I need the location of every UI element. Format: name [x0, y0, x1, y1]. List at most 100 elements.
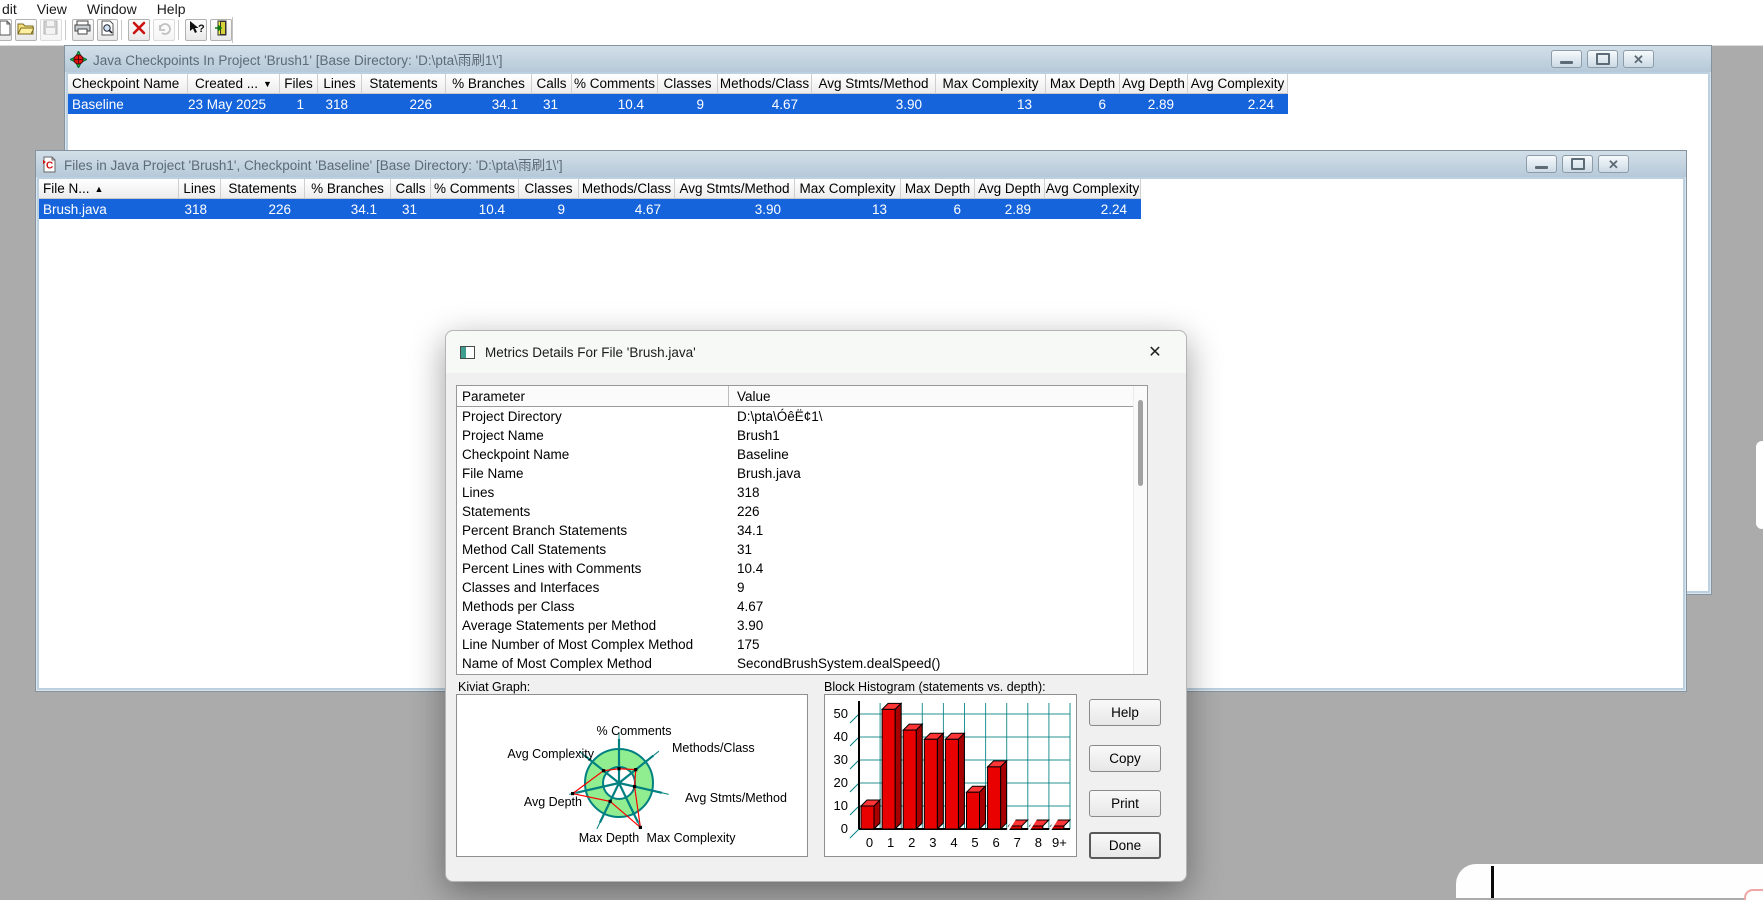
column-header-classes[interactable]: Classes [658, 74, 718, 94]
column-header-methods-class[interactable]: Methods/Class [579, 179, 675, 199]
menu-item-help[interactable]: Help [147, 1, 196, 17]
parameter-list-header[interactable]: Parameter Value [457, 386, 1147, 407]
help-button[interactable]: Help [1089, 699, 1161, 726]
exit-button[interactable] [210, 19, 232, 41]
column-header-avg-complexity[interactable]: Avg Complexity [1045, 179, 1141, 199]
parameter-value: 34.1 [737, 523, 764, 538]
parameter-row[interactable]: Name of Most Complex Method SecondBrushSy… [457, 654, 1147, 673]
column-header--branches[interactable]: % Branches [446, 74, 532, 94]
print-preview-button[interactable] [96, 19, 119, 41]
toolbar: ? [0, 17, 1763, 46]
open-folder-button[interactable] [14, 19, 37, 41]
scrollbar-thumb[interactable] [1138, 400, 1143, 486]
delete-button[interactable] [128, 19, 151, 41]
red-corner-fragment [1744, 889, 1763, 900]
source-file-icon: C [41, 156, 58, 173]
print-icon [74, 20, 91, 40]
files-window-titlebar[interactable]: C Files in Java Project 'Brush1', Checkp… [36, 151, 1686, 177]
parameter-row[interactable]: Percent Lines with Comments 10.4 [457, 559, 1147, 578]
table-cell: Baseline [72, 96, 124, 112]
kiviat-axis-label: Avg Stmts/Method [685, 791, 787, 805]
column-header-lines[interactable]: Lines [318, 74, 362, 94]
column-header-methods-class[interactable]: Methods/Class [718, 74, 812, 94]
new-document-button[interactable] [0, 19, 12, 41]
undo-button[interactable] [153, 19, 176, 41]
column-header--comments[interactable]: % Comments [572, 74, 658, 94]
table-cell: 2.24 [1100, 201, 1127, 217]
column-header-calls[interactable]: Calls [391, 179, 431, 199]
menu-item-view[interactable]: View [27, 1, 77, 17]
column-header-max-depth[interactable]: Max Depth [1046, 74, 1120, 94]
column-header-statements[interactable]: Statements [362, 74, 446, 94]
parameter-value: 175 [737, 637, 760, 652]
parameter-row[interactable]: Percent Branch Statements 34.1 [457, 521, 1147, 540]
parameter-column-header[interactable]: Parameter [457, 386, 729, 406]
parameter-row[interactable]: Method Call Statements 31 [457, 540, 1147, 559]
column-header-created-[interactable]: Created ... ▼ [188, 74, 280, 94]
column-header-avg-depth[interactable]: Avg Depth [1120, 74, 1188, 94]
parameter-row[interactable]: Lines 318 [457, 483, 1147, 502]
table-cell: 2.24 [1247, 96, 1274, 112]
menu-item-window[interactable]: Window [77, 1, 147, 17]
column-header-checkpoint-name[interactable]: Checkpoint Name [68, 74, 188, 94]
histogram-y-tick: 30 [834, 752, 848, 767]
dialog-close-icon[interactable]: ✕ [1138, 342, 1172, 362]
value-column-header[interactable]: Value [729, 389, 771, 404]
block-histogram: 0 10 20 30 40 50 0 1 2 3 4 5 6 7 8 9+ [824, 694, 1077, 857]
checkpoints-table-row-selected[interactable]: Baseline 23 May 2025 1 318 226 34.1 31 10.4 9 4.6… [68, 94, 1288, 114]
done-button[interactable]: Done [1089, 832, 1161, 859]
histogram-x-tick: 8 [1035, 835, 1042, 850]
column-header-file-n-[interactable]: File N... ▲ [39, 179, 179, 199]
column-header--branches[interactable]: % Branches [305, 179, 391, 199]
context-help-button[interactable]: ? [185, 19, 208, 41]
minimize-button[interactable] [1526, 155, 1557, 173]
metrics-dialog-title: Metrics Details For File 'Brush.java' [485, 344, 696, 360]
print-preview-icon [100, 20, 115, 40]
column-header-avg-depth[interactable]: Avg Depth [975, 179, 1045, 199]
parameter-value: 226 [737, 504, 760, 519]
close-button[interactable]: ✕ [1623, 50, 1654, 68]
menu-item-edit[interactable]: dit [0, 1, 27, 17]
parameter-row[interactable]: Project Directory D:\pta\ÓêË¢1\ [457, 407, 1147, 426]
save-button[interactable] [39, 19, 62, 41]
parameter-row[interactable]: Statements 226 [457, 502, 1147, 521]
column-header-statements[interactable]: Statements [221, 179, 305, 199]
column-header-avg-stmts-method[interactable]: Avg Stmts/Method [675, 179, 795, 199]
close-button[interactable]: ✕ [1598, 155, 1629, 173]
column-header-avg-stmts-method[interactable]: Avg Stmts/Method [812, 74, 936, 94]
minimize-button[interactable] [1551, 50, 1582, 68]
print-button[interactable]: Print [1089, 790, 1161, 817]
column-header-calls[interactable]: Calls [532, 74, 572, 94]
column-header-max-depth[interactable]: Max Depth [901, 179, 975, 199]
maximize-button[interactable] [1587, 50, 1618, 68]
metrics-dialog-icon [460, 345, 475, 359]
parameter-row[interactable]: Checkpoint Name Baseline [457, 445, 1147, 464]
parameter-row[interactable]: Line Number of Most Complex Method 175 [457, 635, 1147, 654]
text-caret [1491, 866, 1494, 898]
parameter-row[interactable]: Methods per Class 4.67 [457, 597, 1147, 616]
column-header-max-complexity[interactable]: Max Complexity [795, 179, 901, 199]
maximize-button[interactable] [1562, 155, 1593, 173]
column-header-lines[interactable]: Lines [179, 179, 221, 199]
table-cell: 318 [325, 96, 348, 112]
column-header-avg-complexity[interactable]: Avg Complexity [1188, 74, 1288, 94]
metrics-dialog-titlebar[interactable]: Metrics Details For File 'Brush.java' ✕ [446, 331, 1186, 373]
menu-bar: dit View Window Help [0, 0, 1763, 17]
column-header-max-complexity[interactable]: Max Complexity [936, 74, 1046, 94]
parameter-value: D:\pta\ÓêË¢1\ [737, 409, 823, 424]
files-table-row-selected[interactable]: Brush.java 318 226 34.1 31 10.4 9 4.67 3.90 13 6 2.… [39, 199, 1141, 219]
column-header--comments[interactable]: % Comments [431, 179, 519, 199]
table-cell: 23 May 2025 [188, 96, 266, 112]
column-header-files[interactable]: Files [280, 74, 318, 94]
parameter-row[interactable]: Project Name Brush1 [457, 426, 1147, 445]
parameter-row[interactable]: File Name Brush.java [457, 464, 1147, 483]
column-header-classes[interactable]: Classes [519, 179, 579, 199]
parameter-row[interactable]: Average Statements per Method 3.90 [457, 616, 1147, 635]
copy-button[interactable]: Copy [1089, 745, 1161, 772]
parameter-name: Classes and Interfaces [462, 580, 600, 595]
print-button[interactable] [71, 19, 94, 41]
parameter-row[interactable]: Classes and Interfaces 9 [457, 578, 1147, 597]
kiviat-svg: % CommentsMethods/Class Avg Stmts/Method M… [507, 724, 787, 845]
checkpoints-window-titlebar[interactable]: Java Checkpoints In Project 'Brush1' [Ba… [65, 46, 1711, 72]
parameter-list-scrollbar[interactable] [1133, 386, 1147, 674]
